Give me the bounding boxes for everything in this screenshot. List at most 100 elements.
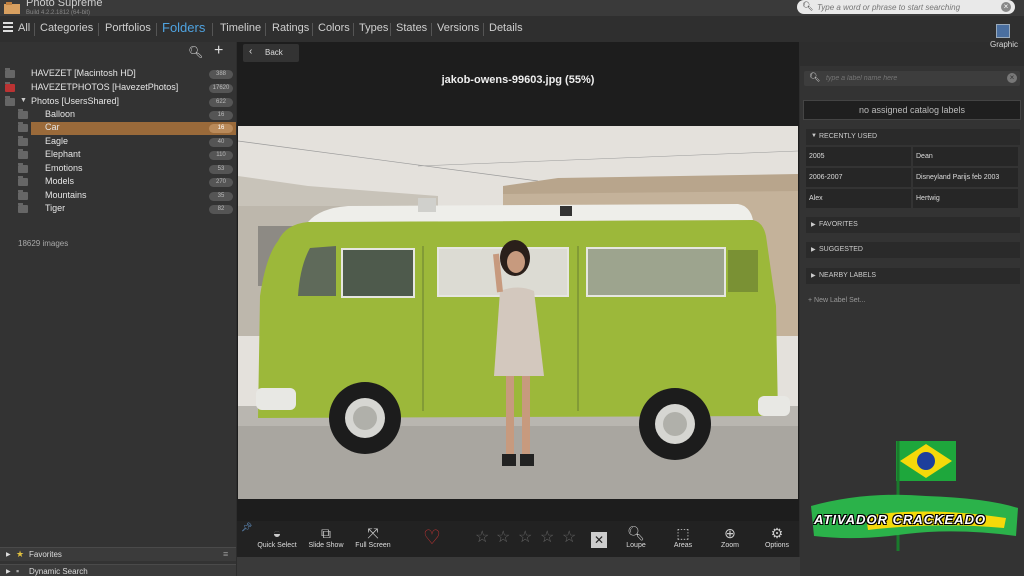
label-search[interactable]: 🔍︎ × — [804, 71, 1020, 86]
quick-select-label: Quick Select — [257, 542, 297, 549]
expand-icon: ▶ — [6, 552, 11, 558]
reject-icon[interactable]: ✕ — [591, 532, 607, 548]
tab-folders[interactable]: Folders — [162, 20, 205, 35]
watermark-text: ATIVADOR CRACKEADO — [814, 512, 987, 527]
right-bottom-toolbar — [800, 557, 1024, 576]
folder-row[interactable]: Tiger 82 — [0, 203, 236, 216]
favorites-label: Favorites — [29, 550, 62, 559]
recent-label[interactable]: 2006-2007 — [806, 168, 911, 187]
folder-row[interactable]: ▼ Photos [UsersShared] 622 — [0, 96, 236, 109]
photo-preview[interactable] — [238, 126, 798, 499]
global-search-input[interactable] — [817, 1, 997, 13]
add-icon[interactable]: + — [214, 42, 223, 60]
suggested-header[interactable]: ▶ SUGGESTED — [806, 242, 1020, 258]
menu-grip-icon[interactable]: ≡ — [223, 549, 228, 559]
search-icon[interactable]: 🔍︎ — [188, 45, 203, 59]
folder-label: Eagle — [45, 136, 69, 146]
full-screen-label: Full Screen — [355, 542, 391, 549]
folder-row[interactable]: Eagle 40 — [0, 136, 236, 149]
rating-star-icon[interactable]: ☆ — [496, 530, 510, 546]
areas-label: Areas — [673, 542, 693, 549]
dynamic-search-label: Dynamic Search — [29, 567, 88, 576]
recent-label[interactable]: Disneyland Parijs feb 2003 — [913, 168, 1018, 187]
recent-label[interactable]: 2005 — [806, 147, 911, 166]
new-label-set-link[interactable]: + New Label Set... — [808, 297, 865, 304]
folder-row[interactable]: Elephant 110 — [0, 149, 236, 162]
rating-star-icon[interactable]: ☆ — [540, 530, 554, 546]
clear-search-icon[interactable]: × — [1007, 73, 1017, 83]
folder-label: Elephant — [45, 149, 81, 159]
gear-icon: ⚙ — [770, 525, 784, 541]
back-button[interactable]: ‹ Back — [243, 44, 299, 62]
folder-row[interactable]: Mountains 35 — [0, 190, 236, 203]
title-bar: Photo Supreme Build 4.2.2.1812 (64-bit) … — [0, 0, 1024, 16]
folder-label: Tiger — [45, 203, 66, 213]
tab-versions[interactable]: Versions — [437, 22, 479, 34]
folder-icon — [18, 149, 28, 159]
clear-search-icon[interactable]: × — [1001, 2, 1011, 12]
graphic-button[interactable]: Graphic — [988, 24, 1022, 64]
areas-button[interactable]: ⬚ Areas — [669, 524, 697, 549]
folder-icon — [18, 190, 28, 200]
tab-divider — [212, 23, 213, 36]
tab-portfolios[interactable]: Portfolios — [105, 22, 151, 34]
rating-star-icon[interactable]: ☆ — [562, 530, 576, 546]
folder-label: Car — [45, 122, 60, 132]
favorites-header[interactable]: ▶ FAVORITES — [806, 217, 1020, 233]
app-logo-icon — [4, 2, 20, 14]
nearby-labels-header[interactable]: ▶ NEARBY LABELS — [806, 268, 1020, 284]
tab-timeline[interactable]: Timeline — [220, 22, 261, 34]
back-label: Back — [265, 48, 283, 57]
tab-categories[interactable]: Categories — [40, 22, 93, 34]
folder-icon — [18, 163, 28, 173]
favorites-panel-header[interactable]: ▶ ★ Favorites ≡ — [0, 547, 236, 561]
folder-icon — [18, 122, 28, 132]
recent-label[interactable]: Alex — [806, 189, 911, 208]
collapse-icon: ▼ — [811, 133, 817, 139]
recently-used-header[interactable]: ▼ RECENTLY USED — [806, 129, 1020, 145]
tab-types[interactable]: Types — [359, 22, 388, 34]
no-assigned-labels: no assigned catalog labels — [803, 100, 1021, 120]
collapse-icon[interactable]: ▼ — [20, 97, 27, 104]
tab-states[interactable]: States — [396, 22, 427, 34]
slide-show-label: Slide Show — [308, 542, 344, 549]
tab-colors[interactable]: Colors — [318, 22, 350, 34]
graphic-icon — [996, 24, 1010, 38]
dynamic-search-header[interactable]: ▶ ▪ Dynamic Search — [0, 564, 236, 576]
folder-row-selected[interactable]: Car 16 — [0, 122, 236, 135]
tab-divider — [265, 23, 266, 36]
zoom-button[interactable]: ⊕ Zoom — [715, 524, 745, 549]
folder-panel: 🔍︎ + ▶ HAVEZET [Macintosh HD] 388 ▶ HAVE… — [0, 42, 236, 576]
recent-label[interactable]: Hertwig — [913, 189, 1018, 208]
rating-star-icon[interactable]: ☆ — [518, 530, 532, 546]
search-folder-icon: ▪ — [16, 566, 20, 576]
tab-all[interactable]: All — [18, 22, 30, 34]
folder-label: Models — [45, 176, 75, 186]
folder-row[interactable]: Balloon 16 — [0, 109, 236, 122]
fullscreen-icon: ⤧ — [367, 525, 379, 541]
folder-row[interactable]: ▶ HAVEZET [Macintosh HD] 388 — [0, 68, 236, 81]
loupe-button[interactable]: 🔍︎ Loupe — [623, 524, 649, 549]
folder-row[interactable]: Models 270 — [0, 176, 236, 189]
folder-count: 16 — [209, 111, 233, 120]
recently-used-title: RECENTLY USED — [819, 133, 878, 140]
global-search[interactable]: 🔍︎ × — [797, 0, 1015, 14]
full-screen-button[interactable]: ⤧ Full Screen — [351, 524, 395, 549]
tab-ratings[interactable]: Ratings — [272, 22, 309, 34]
options-button[interactable]: ⚙ Options — [761, 524, 793, 549]
label-search-input[interactable] — [826, 73, 996, 84]
recent-label[interactable]: Dean — [913, 147, 1018, 166]
tab-details[interactable]: Details — [489, 22, 523, 34]
rating-star-icon[interactable]: ☆ — [475, 530, 489, 546]
menu-icon[interactable] — [3, 22, 13, 32]
tab-divider — [34, 23, 35, 36]
pin-icon[interactable]: 📌︎ — [241, 522, 252, 533]
expand-icon: ▶ — [811, 222, 816, 228]
folder-label: HAVEZETPHOTOS [HavezetPhotos] — [31, 82, 179, 92]
folder-label: Emotions — [45, 163, 83, 173]
quick-select-button[interactable]: ◒ Quick Select — [257, 524, 297, 549]
folder-row[interactable]: ▶ HAVEZETPHOTOS [HavezetPhotos] 17620 — [0, 82, 236, 95]
heart-icon[interactable]: ♡ — [423, 528, 441, 548]
folder-row[interactable]: Emotions 53 — [0, 163, 236, 176]
slide-show-button[interactable]: ⧉ Slide Show — [305, 524, 347, 549]
